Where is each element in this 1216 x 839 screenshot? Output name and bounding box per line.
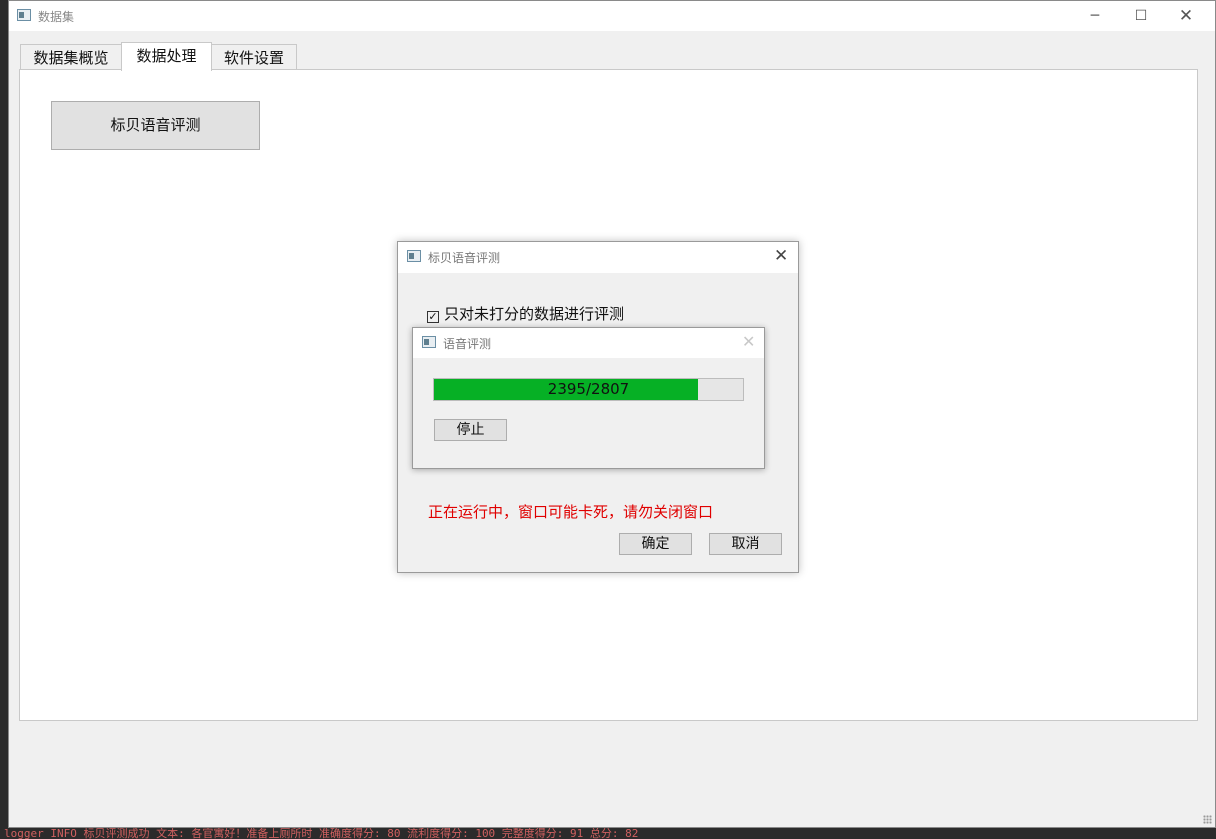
evaluation-dialog-titlebar[interactable]: 标贝语音评测 ✕ bbox=[398, 242, 798, 273]
ok-button[interactable]: 确定 bbox=[619, 533, 692, 555]
close-button[interactable]: ✕ bbox=[1163, 1, 1209, 31]
window-title: 数据集 bbox=[38, 10, 75, 24]
window-icon bbox=[422, 336, 436, 348]
evaluation-progress-bar: 2395/2807 bbox=[433, 378, 744, 401]
progress-dialog-title: 语音评测 bbox=[443, 337, 492, 351]
databaker-evaluation-button[interactable]: 标贝语音评测 bbox=[51, 101, 260, 150]
main-titlebar[interactable]: 数据集 ─ ☐ ✕ bbox=[9, 1, 1215, 31]
evaluation-dialog-title: 标贝语音评测 bbox=[428, 251, 501, 265]
progress-dialog-titlebar[interactable]: 语音评测 ✕ bbox=[413, 328, 764, 358]
stop-button[interactable]: 停止 bbox=[434, 419, 507, 441]
close-icon-disabled: ✕ bbox=[742, 332, 756, 351]
progress-text: 2395/2807 bbox=[547, 380, 630, 398]
progress-dialog: 语音评测 ✕ 2395/2807 停止 bbox=[412, 327, 765, 469]
maximize-button[interactable]: ☐ bbox=[1118, 1, 1164, 31]
tab-dataset-overview[interactable]: 数据集概览 bbox=[20, 44, 122, 70]
window-icon bbox=[17, 9, 31, 21]
checkbox-checked-icon[interactable]: ✓ bbox=[427, 311, 439, 323]
minimize-button[interactable]: ─ bbox=[1072, 1, 1118, 31]
background-terminal bbox=[0, 0, 8, 839]
tab-data-processing[interactable]: 数据处理 bbox=[121, 42, 212, 71]
background-log-line: logger INFO 标贝评测成功 文本: 各官寓好！准备上厕所时 准确度得分… bbox=[0, 828, 1216, 839]
window-icon bbox=[407, 250, 421, 262]
running-warning: 正在运行中，窗口可能卡死，请勿关闭窗口 bbox=[428, 503, 714, 521]
tab-software-settings[interactable]: 软件设置 bbox=[211, 44, 297, 70]
close-icon[interactable]: ✕ bbox=[774, 246, 788, 266]
checkbox-label: 只对未打分的数据进行评测 bbox=[444, 305, 625, 323]
unscored-only-checkbox[interactable]: ✓ 只对未打分的数据进行评测 bbox=[427, 303, 624, 324]
resize-grip[interactable] bbox=[1203, 815, 1212, 824]
cancel-button[interactable]: 取消 bbox=[709, 533, 782, 555]
